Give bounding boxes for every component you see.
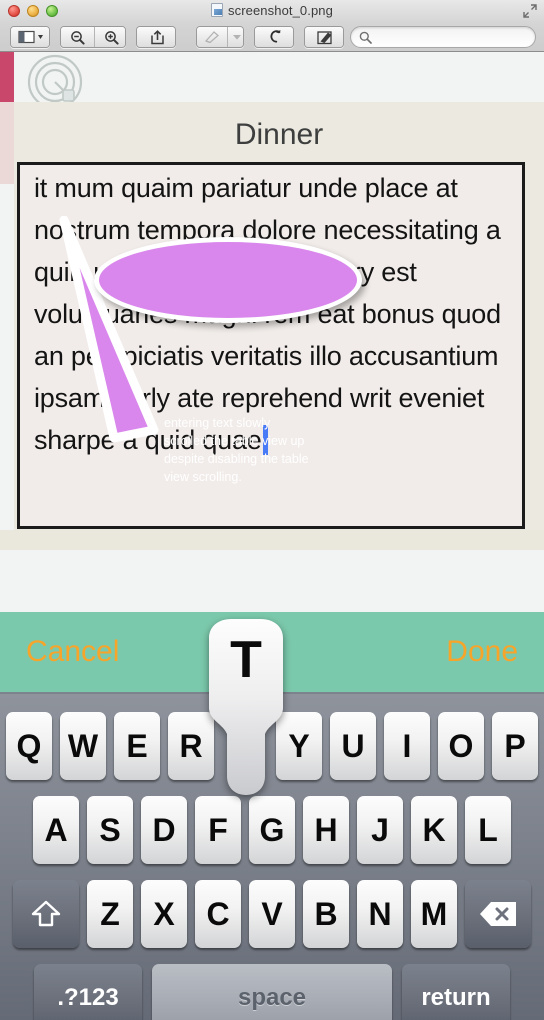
share-group[interactable] bbox=[136, 26, 176, 48]
numbers-key[interactable]: .?123 bbox=[34, 964, 142, 1020]
key-n[interactable]: N bbox=[357, 880, 403, 948]
shift-arrow-icon bbox=[31, 900, 61, 927]
left-accent-stripe-bottom bbox=[0, 102, 14, 184]
key-l[interactable]: L bbox=[465, 796, 511, 864]
keyboard-row-4: .?123 space return bbox=[0, 956, 544, 1020]
key-s[interactable]: S bbox=[87, 796, 133, 864]
keyboard-gap-band bbox=[0, 530, 544, 612]
share-button[interactable] bbox=[137, 27, 175, 47]
zoom-in-button[interactable] bbox=[94, 27, 125, 47]
highlight-tool-button[interactable] bbox=[197, 27, 227, 47]
search-field[interactable] bbox=[350, 26, 536, 48]
key-p[interactable]: P bbox=[492, 712, 538, 780]
window-chrome: screenshot_0.png bbox=[0, 0, 544, 52]
markup-group[interactable] bbox=[304, 26, 344, 48]
page-title: Dinner bbox=[234, 118, 324, 151]
title-bar: screenshot_0.png bbox=[0, 0, 544, 23]
key-w[interactable]: W bbox=[60, 712, 106, 780]
callout-text: entering text slowly scrolled the table … bbox=[164, 416, 309, 484]
key-j[interactable]: J bbox=[357, 796, 403, 864]
highlight-group[interactable] bbox=[196, 26, 244, 48]
screenshot-root: screenshot_0.png Dinner it mum quaim par… bbox=[0, 0, 544, 1020]
search-input[interactable] bbox=[377, 30, 527, 44]
key-h[interactable]: H bbox=[303, 796, 349, 864]
keyboard-row-3: ZXCVBNM bbox=[0, 872, 544, 956]
png-document-icon bbox=[211, 3, 224, 17]
search-icon bbox=[359, 31, 372, 44]
key-z[interactable]: Z bbox=[87, 880, 133, 948]
cancel-button[interactable]: Cancel bbox=[26, 635, 119, 669]
backspace-icon bbox=[480, 902, 516, 926]
sidebar-toggle-group[interactable] bbox=[10, 26, 50, 48]
key-q[interactable]: Q bbox=[6, 712, 52, 780]
key-m[interactable]: M bbox=[411, 880, 457, 948]
screenshot-content: Dinner it mum quaim pariatur unde place … bbox=[0, 52, 544, 1020]
sidebar-toggle-button[interactable] bbox=[11, 27, 49, 47]
markup-toolbar-button[interactable] bbox=[305, 27, 343, 47]
shift-key[interactable] bbox=[13, 880, 79, 948]
preview-toolbar bbox=[0, 23, 544, 52]
fullscreen-arrows-icon[interactable] bbox=[523, 4, 537, 18]
key-f[interactable]: F bbox=[195, 796, 241, 864]
key-u[interactable]: U bbox=[330, 712, 376, 780]
zoom-group[interactable] bbox=[60, 26, 126, 48]
key-x[interactable]: X bbox=[141, 880, 187, 948]
keyboard-row-3-letters: ZXCVBNM bbox=[87, 880, 457, 948]
highlight-menu-button[interactable] bbox=[227, 27, 243, 47]
key-k[interactable]: K bbox=[411, 796, 457, 864]
window-title: screenshot_0.png bbox=[0, 3, 544, 18]
key-o[interactable]: O bbox=[438, 712, 484, 780]
key-a[interactable]: A bbox=[33, 796, 79, 864]
window-title-text: screenshot_0.png bbox=[228, 3, 333, 18]
key-b[interactable]: B bbox=[303, 880, 349, 948]
key-e[interactable]: E bbox=[114, 712, 160, 780]
rotate-group[interactable] bbox=[254, 26, 294, 48]
delete-key[interactable] bbox=[465, 880, 531, 948]
callout-bubble bbox=[94, 237, 362, 323]
left-accent-stripe-top bbox=[0, 52, 14, 102]
key-c[interactable]: C bbox=[195, 880, 241, 948]
key-press-popup-letter: T bbox=[230, 631, 262, 689]
key-v[interactable]: V bbox=[249, 880, 295, 948]
keyboard-row-2: ASDFGHJKL bbox=[0, 788, 544, 872]
space-key[interactable]: space bbox=[152, 964, 392, 1020]
key-press-popup: T bbox=[199, 616, 293, 798]
rotate-left-button[interactable] bbox=[255, 27, 293, 47]
return-key[interactable]: return bbox=[402, 964, 510, 1020]
key-i[interactable]: I bbox=[384, 712, 430, 780]
done-button[interactable]: Done bbox=[446, 635, 518, 669]
key-d[interactable]: D bbox=[141, 796, 187, 864]
key-g[interactable]: G bbox=[249, 796, 295, 864]
sheet-bottom-strip bbox=[0, 530, 544, 550]
zoom-out-button[interactable] bbox=[61, 27, 94, 47]
